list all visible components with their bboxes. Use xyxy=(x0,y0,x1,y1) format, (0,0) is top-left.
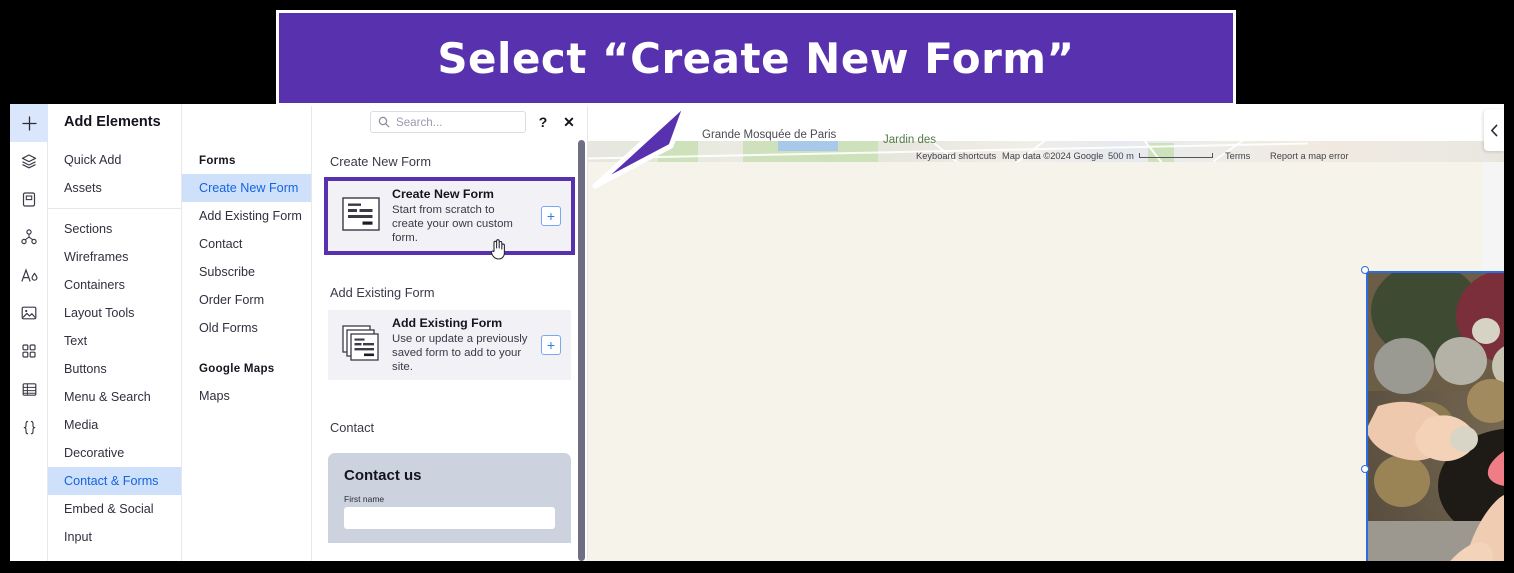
search-input[interactable]: Search... xyxy=(370,111,526,133)
subnav-heading-forms: Forms xyxy=(199,155,236,167)
editor-canvas: Grande Mosquée de Paris Jardin des Méche… xyxy=(588,104,1504,561)
map-label-mosque: Grande Mosquée de Paris xyxy=(702,129,837,141)
search-placeholder: Search... xyxy=(396,115,443,129)
gallery-card-description: Use or update a previously saved form to… xyxy=(392,333,528,373)
search-icon xyxy=(378,116,390,128)
subnav-item-maps[interactable]: Maps xyxy=(182,382,311,410)
contact-preview-title: Contact us xyxy=(344,467,422,484)
canvas-background xyxy=(588,162,1482,561)
sidebar-item-embed-social[interactable]: Embed & Social xyxy=(48,495,181,523)
sidebar-item-sections[interactable]: Sections xyxy=(48,215,181,243)
subnav-item-order-form[interactable]: Order Form xyxy=(182,286,311,314)
resize-handle-w[interactable] xyxy=(1361,465,1369,473)
sidebar-item-text[interactable]: Text xyxy=(48,327,181,355)
subnav-item-contact[interactable]: Contact xyxy=(182,230,311,258)
sidebar-item-wireframes[interactable]: Wireframes xyxy=(48,243,181,271)
add-elements-icon[interactable] xyxy=(10,104,48,142)
gallery-card-create-new-form[interactable]: Create New Form Start from scratch to cr… xyxy=(324,177,575,260)
app-window: Add Elements Quick Add Assets Sections W… xyxy=(10,104,1504,561)
apps-icon[interactable] xyxy=(10,332,48,370)
map-scale-label: 500 m xyxy=(1108,151,1134,161)
sidebar-item-menu-search[interactable]: Menu & Search xyxy=(48,383,181,411)
gallery-section-label-create: Create New Form xyxy=(330,154,431,169)
category-group-two: Sections Wireframes Containers Layout To… xyxy=(48,208,181,557)
gallery-toolbar: Search... ? ✕ xyxy=(312,104,587,140)
single-form-icon xyxy=(342,196,380,236)
callout-arrow-icon xyxy=(592,100,690,189)
add-existing-form-button[interactable]: + xyxy=(541,335,561,355)
callout-text: Select “Create New Form” xyxy=(437,33,1075,83)
pages-icon[interactable] xyxy=(10,180,48,218)
gallery-card-contact-preview[interactable]: Contact us First name xyxy=(328,453,571,543)
contact-preview-first-name-input[interactable] xyxy=(344,507,555,529)
layers-icon[interactable] xyxy=(10,142,48,180)
theme-icon[interactable] xyxy=(10,256,48,294)
gallery-card-title: Add Existing Form xyxy=(392,316,503,330)
map-keyboard-shortcuts[interactable]: Keyboard shortcuts xyxy=(916,151,996,161)
google-map-element[interactable]: Grande Mosquée de Paris Jardin des Méche… xyxy=(588,104,1504,162)
icon-rail xyxy=(10,104,48,561)
sidebar-item-input[interactable]: Input xyxy=(48,523,181,551)
subnav-column: Forms Create New Form Add Existing Form … xyxy=(182,104,312,561)
add-create-new-form-button[interactable]: + xyxy=(541,206,561,226)
code-icon[interactable] xyxy=(10,408,48,446)
screenshot-root: Add Elements Quick Add Assets Sections W… xyxy=(0,0,1514,573)
subnav-divider xyxy=(182,342,311,356)
stacked-forms-icon xyxy=(342,324,380,366)
sidebar-item-assets[interactable]: Assets xyxy=(48,174,181,202)
media-icon[interactable] xyxy=(10,294,48,332)
flower-market-image xyxy=(1366,271,1504,561)
subnav-item-old-forms[interactable]: Old Forms xyxy=(182,314,311,342)
gallery-section-label-contact: Contact xyxy=(330,420,375,435)
subnav-heading-google-maps: Google Maps xyxy=(199,363,275,375)
resize-handle-nw[interactable] xyxy=(1361,266,1369,274)
gallery-card-body: Add Existing Form Use or update a previo… xyxy=(392,316,529,374)
gallery-card-body: Create New Form Start from scratch to cr… xyxy=(392,187,529,245)
sidebar-item-media[interactable]: Media xyxy=(48,411,181,439)
gallery-card-add-existing-form[interactable]: Add Existing Form Use or update a previo… xyxy=(328,310,571,380)
chevron-left-icon xyxy=(1490,124,1497,136)
map-report-error-link[interactable]: Report a map error xyxy=(1270,151,1349,161)
subnav-item-add-existing-form[interactable]: Add Existing Form xyxy=(182,202,311,230)
gallery-card-title: Create New Form xyxy=(392,187,494,201)
gallery-scrollbar[interactable] xyxy=(578,140,585,561)
sidebar-item-quick-add[interactable]: Quick Add xyxy=(48,146,181,174)
contact-preview-field-label: First name xyxy=(344,494,385,504)
map-terms-link[interactable]: Terms xyxy=(1225,151,1250,161)
selected-image-element[interactable] xyxy=(1361,266,1504,561)
page-title: Add Elements xyxy=(64,114,161,130)
sidebar-item-buttons[interactable]: Buttons xyxy=(48,355,181,383)
sidebar-item-contact-forms[interactable]: Contact & Forms xyxy=(48,467,181,495)
category-group-one: Quick Add Assets xyxy=(48,140,181,208)
subnav-item-subscribe[interactable]: Subscribe xyxy=(182,258,311,286)
gallery-card-description: Start from scratch to create your own cu… xyxy=(392,204,513,244)
data-table-icon[interactable] xyxy=(10,370,48,408)
map-scale-bar xyxy=(1139,153,1213,158)
sidebar-item-layout-tools[interactable]: Layout Tools xyxy=(48,299,181,327)
gallery-scroll-area: Create New Form Create New Form Start fr… xyxy=(312,140,587,561)
callout-banner: Select “Create New Form” xyxy=(276,10,1236,106)
help-icon[interactable]: ? xyxy=(535,114,551,130)
map-label-jardin: Jardin des xyxy=(883,134,937,146)
hand-cursor-icon xyxy=(490,239,505,260)
sidebar-item-decorative[interactable]: Decorative xyxy=(48,439,181,467)
gallery-column: Search... ? ✕ Create New Form Create New… xyxy=(312,104,588,561)
sidebar-item-containers[interactable]: Containers xyxy=(48,271,181,299)
site-structure-icon[interactable] xyxy=(10,218,48,256)
map-data-attribution: Map data ©2024 Google xyxy=(1002,151,1104,161)
category-column: Add Elements Quick Add Assets Sections W… xyxy=(48,104,182,561)
gallery-section-label-existing: Add Existing Form xyxy=(330,285,435,300)
flower-market-artwork xyxy=(1366,271,1504,561)
subnav-item-create-new-form[interactable]: Create New Form xyxy=(182,174,311,202)
collapse-panel-button[interactable] xyxy=(1484,109,1504,151)
